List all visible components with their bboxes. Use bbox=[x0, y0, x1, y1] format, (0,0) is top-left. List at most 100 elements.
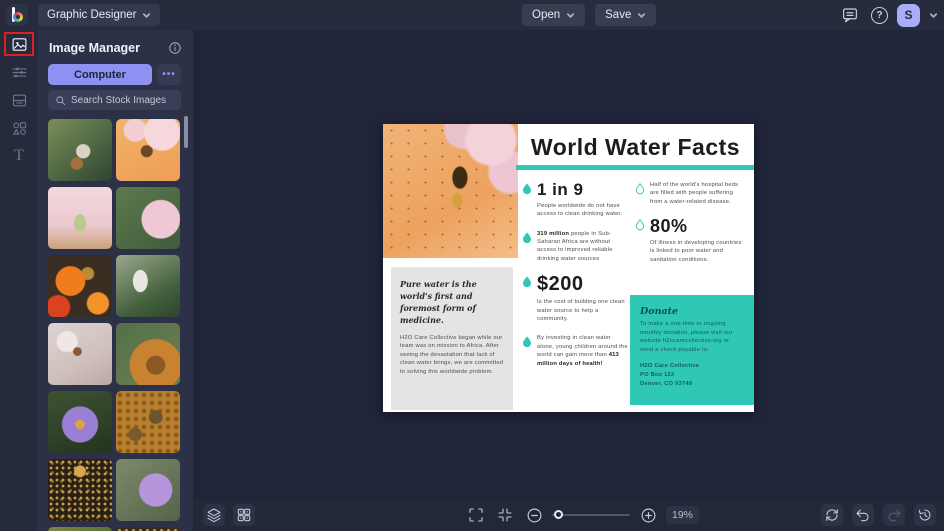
poster-design[interactable]: World Water Facts Pure water is the worl… bbox=[383, 124, 754, 412]
stat-value: 1 in 9 bbox=[537, 180, 584, 199]
image-manager-panel: Image Manager Computer ••• bbox=[38, 30, 193, 531]
open-label: Open bbox=[532, 9, 561, 21]
rail-item-text[interactable]: T bbox=[0, 142, 38, 170]
zoom-slider-knob[interactable] bbox=[554, 510, 563, 519]
templates-icon bbox=[12, 94, 26, 106]
water-drop-icon bbox=[523, 336, 531, 348]
app-menu-label: Graphic Designer bbox=[47, 9, 137, 21]
image-thumbnail-wasp-on-green-bud[interactable] bbox=[48, 187, 112, 249]
water-drop-icon bbox=[523, 183, 531, 195]
donate-city: Denver, CO 93749 bbox=[640, 381, 693, 388]
fact-319-million: 319 million people in Sub-Saharan Africa… bbox=[522, 230, 628, 264]
fact-1-in-9: 1 in 9 People worldwide do not have acce… bbox=[522, 181, 628, 219]
fullscreen-button[interactable] bbox=[465, 504, 487, 526]
redo-icon bbox=[888, 509, 901, 522]
fact-hospital-beds: Half of the world's hospital beds are fi… bbox=[635, 181, 747, 206]
search-icon bbox=[56, 95, 65, 105]
donate-po-box: PO Box 123 bbox=[640, 372, 675, 379]
computer-button[interactable]: Computer bbox=[48, 64, 152, 85]
top-bar: Graphic Designer Open Save ? S bbox=[0, 0, 944, 30]
image-thumbnail-bee-on-orange-coneflower[interactable] bbox=[116, 323, 180, 385]
zoom-slider[interactable] bbox=[552, 504, 630, 526]
panel-title: Image Manager bbox=[49, 41, 141, 55]
save-label: Save bbox=[605, 9, 632, 21]
fullscreen-icon bbox=[469, 508, 483, 522]
fact-bold-text: 319 million bbox=[537, 230, 570, 237]
zoom-in-button[interactable] bbox=[637, 504, 659, 526]
zoom-out-icon bbox=[527, 508, 541, 522]
image-thumbnail-bee-on-purple-aster[interactable] bbox=[48, 391, 112, 453]
poster-left-column[interactable]: Pure water is the world's first and fore… bbox=[391, 267, 513, 410]
title-underline bbox=[516, 165, 754, 170]
poster-right-column[interactable]: Half of the world's hospital beds are fi… bbox=[635, 181, 747, 275]
undo-icon bbox=[856, 509, 869, 522]
save-button[interactable]: Save bbox=[595, 4, 657, 26]
image-thumbnail-green-meadow-partial[interactable] bbox=[48, 527, 112, 531]
fact-200-dollars: $200 Is the cost of building one clean w… bbox=[522, 274, 628, 323]
adjust-sliders-icon bbox=[12, 67, 26, 77]
search-input[interactable] bbox=[71, 94, 174, 106]
stat-value: 80% bbox=[650, 216, 688, 237]
chevron-down-icon bbox=[143, 12, 151, 18]
image-thumbnail-bee-on-pink-blossom[interactable] bbox=[116, 119, 180, 181]
logo-ring bbox=[13, 12, 23, 22]
donate-heading: Donate bbox=[640, 306, 679, 317]
undo-button[interactable] bbox=[852, 504, 874, 526]
water-drop-outline-icon bbox=[635, 183, 645, 195]
rail-item-image-manager[interactable] bbox=[0, 30, 38, 58]
image-thumbnail-bees-on-honeycomb[interactable] bbox=[116, 391, 180, 453]
revert-history-button[interactable] bbox=[914, 504, 936, 526]
zoom-out-button[interactable] bbox=[523, 504, 545, 526]
bee-photo[interactable] bbox=[383, 124, 518, 258]
stock-search[interactable] bbox=[48, 90, 181, 110]
image-thumbnail-bee-on-purple-flower[interactable] bbox=[116, 459, 180, 521]
rail-item-templates[interactable] bbox=[0, 86, 38, 114]
panel-scrollbar[interactable] bbox=[184, 116, 188, 148]
water-drop-icon bbox=[523, 232, 531, 243]
bottom-toolbar: 19% bbox=[193, 500, 944, 531]
pages-grid-button[interactable] bbox=[233, 504, 255, 526]
grid-icon bbox=[237, 508, 251, 522]
zoom-level: 19% bbox=[666, 506, 700, 524]
image-thumbnail-honeycomb-dark-partial[interactable] bbox=[116, 527, 180, 531]
chevron-down-icon bbox=[567, 12, 575, 18]
stat-value: $200 bbox=[537, 273, 584, 296]
more-options-button[interactable]: ••• bbox=[157, 64, 181, 85]
image-thumbnail-bee-on-white-blossoms[interactable] bbox=[48, 323, 112, 385]
history-icon bbox=[918, 509, 931, 521]
poster-middle-column[interactable]: 1 in 9 People worldwide do not have acce… bbox=[522, 181, 628, 379]
tool-rail: T bbox=[0, 30, 38, 531]
canvas-area[interactable]: World Water Facts Pure water is the worl… bbox=[193, 30, 944, 500]
fact-text: People worldwide do not have access to c… bbox=[537, 202, 623, 218]
feedback-icon[interactable] bbox=[838, 3, 862, 27]
zoom-in-icon bbox=[641, 508, 655, 522]
layers-button[interactable] bbox=[203, 504, 225, 526]
sync-button[interactable] bbox=[821, 504, 843, 526]
text-tool-icon: T bbox=[14, 147, 24, 164]
rail-item-edit[interactable] bbox=[0, 58, 38, 86]
image-thumbnail-beekeeper-at-hive-garden[interactable] bbox=[48, 119, 112, 181]
shapes-icon bbox=[12, 121, 26, 135]
donate-box[interactable]: Donate To make a one-time or ongoing mon… bbox=[630, 295, 754, 405]
image-thumbnail-bees-on-hive-frame[interactable] bbox=[48, 459, 112, 521]
poster-quote: Pure water is the world's first and fore… bbox=[400, 279, 477, 325]
image-thumbnail-beekeeper-white-suit[interactable] bbox=[116, 255, 180, 317]
open-button[interactable]: Open bbox=[522, 4, 586, 26]
image-thumbnail-bee-on-orange-marigold[interactable] bbox=[48, 255, 112, 317]
help-icon[interactable]: ? bbox=[871, 6, 888, 24]
image-thumbnail-bumblebee-on-pink-flower[interactable] bbox=[116, 187, 180, 249]
zoom-slider-track bbox=[552, 514, 630, 516]
sync-icon bbox=[826, 509, 838, 521]
donate-org: H2O Care Collective bbox=[640, 362, 700, 369]
app-menu-button[interactable]: Graphic Designer bbox=[38, 4, 161, 26]
befunky-logo[interactable] bbox=[6, 4, 28, 26]
fit-to-screen-button[interactable] bbox=[494, 504, 516, 526]
avatar[interactable]: S bbox=[897, 3, 920, 27]
rail-item-graphics[interactable] bbox=[0, 114, 38, 142]
account-chevron-down-icon[interactable] bbox=[929, 11, 938, 20]
info-icon[interactable] bbox=[168, 41, 182, 55]
poster-title[interactable]: World Water Facts bbox=[523, 134, 748, 161]
redo-button[interactable] bbox=[883, 504, 905, 526]
chevron-down-icon bbox=[638, 12, 646, 18]
thumbnail-grid bbox=[48, 119, 180, 531]
